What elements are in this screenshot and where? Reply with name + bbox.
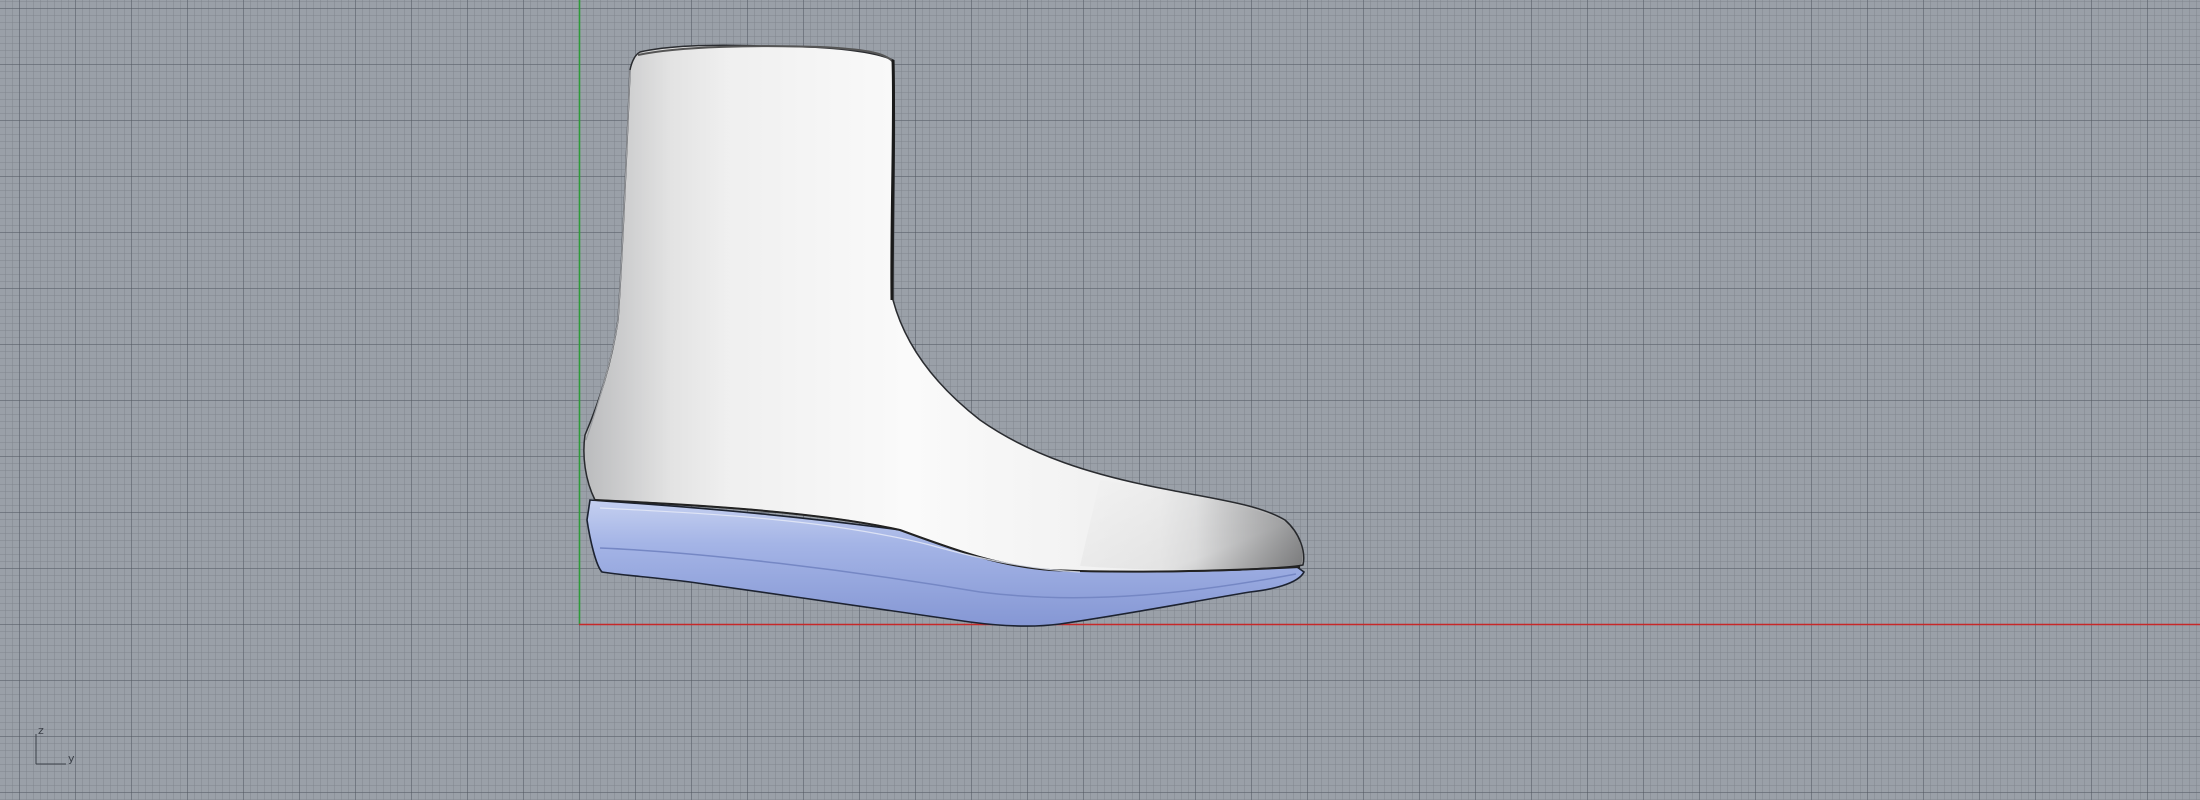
viewport-right[interactable]: z y [0, 0, 2200, 800]
scene-canvas[interactable] [0, 0, 2200, 800]
axis-triad: z y [30, 720, 80, 770]
ankle-edge-line [890, 59, 896, 301]
triad-z-label: z [38, 724, 44, 737]
boot-model[interactable] [583, 44, 1306, 627]
triad-y-label: y [68, 752, 75, 765]
boot-upper-shade [583, 45, 1304, 572]
